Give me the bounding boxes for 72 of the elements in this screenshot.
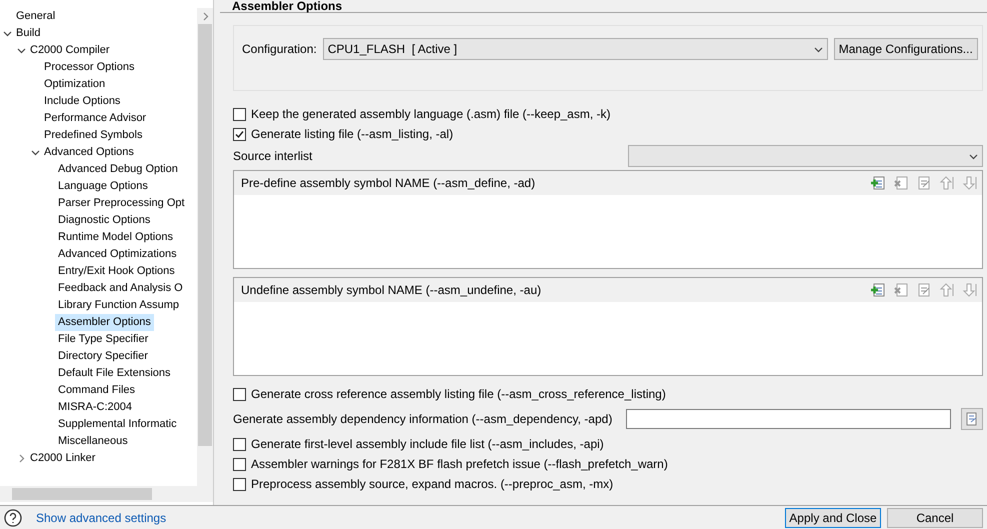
page-title: Assembler Options	[232, 0, 342, 12]
delete-icon[interactable]	[893, 282, 909, 298]
tree-item[interactable]: C2000 Compiler	[27, 42, 112, 59]
tree-item[interactable]: Build	[13, 25, 44, 42]
checkbox-label: Generate listing file (--asm_listing, -al)	[251, 126, 454, 143]
tree-item[interactable]: Diagnostic Options	[55, 212, 154, 229]
move-up-icon[interactable]	[939, 282, 955, 298]
tree-item[interactable]: Assembler Options	[55, 314, 154, 331]
checkbox[interactable]	[233, 438, 246, 450]
dialog-button[interactable]: Cancel	[887, 508, 983, 528]
checkbox-label: Assembler warnings for F281X BF flash prefetch issue (--flash_prefetch_warn)	[251, 456, 668, 473]
tree-item[interactable]: Runtime Model Options	[55, 229, 176, 246]
tree-item[interactable]: General	[13, 8, 58, 25]
tree-item[interactable]: Performance Advisor	[41, 110, 150, 127]
configuration-dropdown[interactable]: CPU1_FLASH [ Active ]	[322, 38, 828, 60]
chevron-down-icon[interactable]	[814, 44, 823, 54]
tree-item[interactable]: Advanced Debug Option	[55, 161, 181, 178]
tree-item[interactable]: Entry/Exit Hook Options	[55, 263, 178, 280]
tree-item[interactable]: Directory Specifier	[55, 348, 151, 365]
checkbox[interactable]	[233, 108, 246, 120]
manage-configurations-button[interactable]: Manage Configurations...	[834, 38, 978, 60]
checkbox[interactable]	[233, 478, 246, 490]
checkbox[interactable]	[233, 458, 246, 470]
move-down-icon[interactable]	[962, 175, 978, 191]
list-title: Pre-define assembly symbol NAME (--asm_define, -ad)	[241, 175, 536, 192]
tree-item[interactable]: Supplemental Informatic	[55, 416, 180, 433]
tree-item[interactable]: Default File Extensions	[55, 365, 174, 382]
tree-item[interactable]: Miscellaneous	[55, 433, 131, 450]
tree-item[interactable]: Library Function Assump	[55, 297, 182, 314]
tree-item[interactable]: Parser Preprocessing Opt	[55, 195, 188, 212]
field-label: Generate assembly dependency information (--asm_dependency, -apd)	[233, 411, 614, 428]
checkbox-label: Preprocess assembly source, expand macros. (--preproc_asm, -mx)	[251, 476, 614, 493]
tree-item[interactable]: MISRA-C:2004	[55, 399, 135, 416]
tree-item[interactable]: Language Options	[55, 178, 151, 195]
horizontal-scrollbar[interactable]	[0, 486, 213, 502]
checkbox-label: Keep the generated assembly language (.asm) file (--keep_asm, -k)	[251, 106, 611, 123]
configuration-label: Configuration:	[242, 41, 317, 58]
checkbox-label: Generate cross reference assembly listing file (--asm_cross_reference_listing)	[251, 386, 666, 403]
list-title: Undefine assembly symbol NAME (--asm_undefine, -au)	[241, 282, 542, 299]
tree-item[interactable]: Predefined Symbols	[41, 127, 146, 144]
chevron-down-icon[interactable]	[969, 152, 978, 160]
tree-item[interactable]: Include Options	[41, 93, 124, 110]
checkbox[interactable]	[233, 128, 246, 140]
edit-icon[interactable]	[916, 175, 932, 191]
browse-button[interactable]	[961, 408, 983, 430]
move-down-icon[interactable]	[962, 282, 978, 298]
input-field[interactable]	[626, 409, 952, 429]
chevron-down-icon[interactable]	[30, 148, 40, 157]
vertical-scrollbar[interactable]	[197, 8, 213, 486]
tree-item[interactable]: File Type Specifier	[55, 331, 152, 348]
document-icon	[965, 412, 980, 426]
chevron-right-icon[interactable]	[16, 454, 26, 463]
field-label: Source interlist	[233, 148, 314, 165]
checkmark-icon	[235, 130, 244, 138]
dialog-button[interactable]: Apply and Close	[785, 508, 881, 528]
checkbox[interactable]	[233, 388, 246, 400]
chevron-right-icon[interactable]	[200, 12, 210, 20]
add-icon[interactable]	[870, 175, 886, 191]
checkbox-label: Generate first-level assembly include file list (--asm_includes, -api)	[251, 436, 604, 453]
add-icon[interactable]	[870, 282, 886, 298]
tree-item[interactable]: Processor Options	[41, 59, 138, 76]
tree-item[interactable]: Advanced Optimizations	[55, 246, 180, 263]
tree-item[interactable]: C2000 Linker	[27, 450, 98, 467]
move-up-icon[interactable]	[939, 175, 955, 191]
edit-icon[interactable]	[916, 282, 932, 298]
help-icon[interactable]	[4, 508, 22, 526]
tree-item[interactable]: Advanced Options	[41, 144, 137, 161]
tree-item[interactable]: Command Files	[55, 382, 138, 399]
show-advanced-settings-link[interactable]: Show advanced settings	[36, 508, 166, 526]
tree-item[interactable]: Optimization	[41, 76, 108, 93]
delete-icon[interactable]	[893, 175, 909, 191]
tree-item[interactable]: Feedback and Analysis O	[55, 280, 186, 297]
